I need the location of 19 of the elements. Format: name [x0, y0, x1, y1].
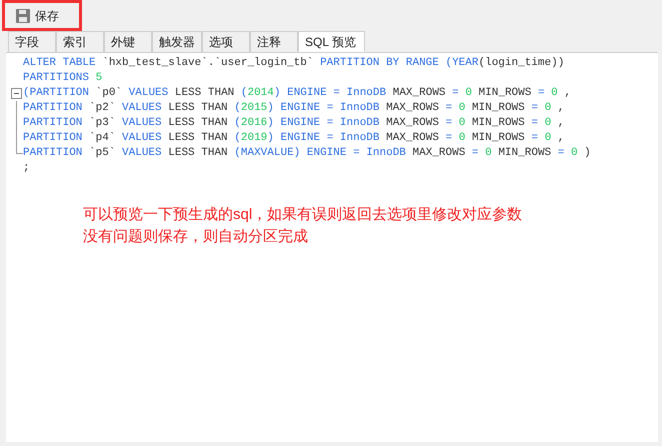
- code-line: (PARTITION `p0` VALUES LESS THAN (2014) ENGINE = InnoDB MAX_ROWS = 0 MIN_ROWS = 0 ,: [23, 86, 571, 101]
- annotation-text: 可以预览一下预生成的sql，如果有误则返回去选项里修改对应参数: [83, 205, 524, 224]
- tab[interactable]: 触发器: [152, 31, 202, 52]
- code-line: PARTITION `p4` VALUES LESS THAN (2019) ENGINE = InnoDB MAX_ROWS = 0 MIN_ROWS = 0 ,: [23, 131, 564, 146]
- tab[interactable]: SQL 预览: [298, 31, 365, 52]
- code-line: PARTITION `p5` VALUES LESS THAN (MAXVALUE) ENGINE = InnoDB MAX_ROWS = 0 MIN_ROWS = 0 ): [23, 146, 591, 161]
- sql-editor[interactable]: [6, 52, 658, 442]
- tab[interactable]: 注释: [250, 31, 298, 52]
- code-line: ALTER TABLE `hxb_test_slave`.`user_login_tb` PARTITION BY RANGE (YEAR(login_time)): [23, 56, 564, 71]
- tab[interactable]: 索引: [56, 31, 104, 52]
- tab[interactable]: 外键: [104, 31, 152, 52]
- code-line: PARTITIONS 5: [23, 71, 102, 86]
- code-line: PARTITION `p3` VALUES LESS THAN (2016) ENGINE = InnoDB MAX_ROWS = 0 MIN_ROWS = 0 ,: [23, 116, 564, 131]
- code-line: PARTITION `p2` VALUES LESS THAN (2015) ENGINE = InnoDB MAX_ROWS = 0 MIN_ROWS = 0 ,: [23, 101, 564, 116]
- code-line: ;: [23, 161, 30, 176]
- tab[interactable]: 选项: [202, 31, 250, 52]
- tab[interactable]: 字段: [8, 31, 56, 52]
- collapse-icon[interactable]: [10, 88, 22, 99]
- annotation-text: 没有问题则保存，则自动分区完成: [83, 227, 309, 246]
